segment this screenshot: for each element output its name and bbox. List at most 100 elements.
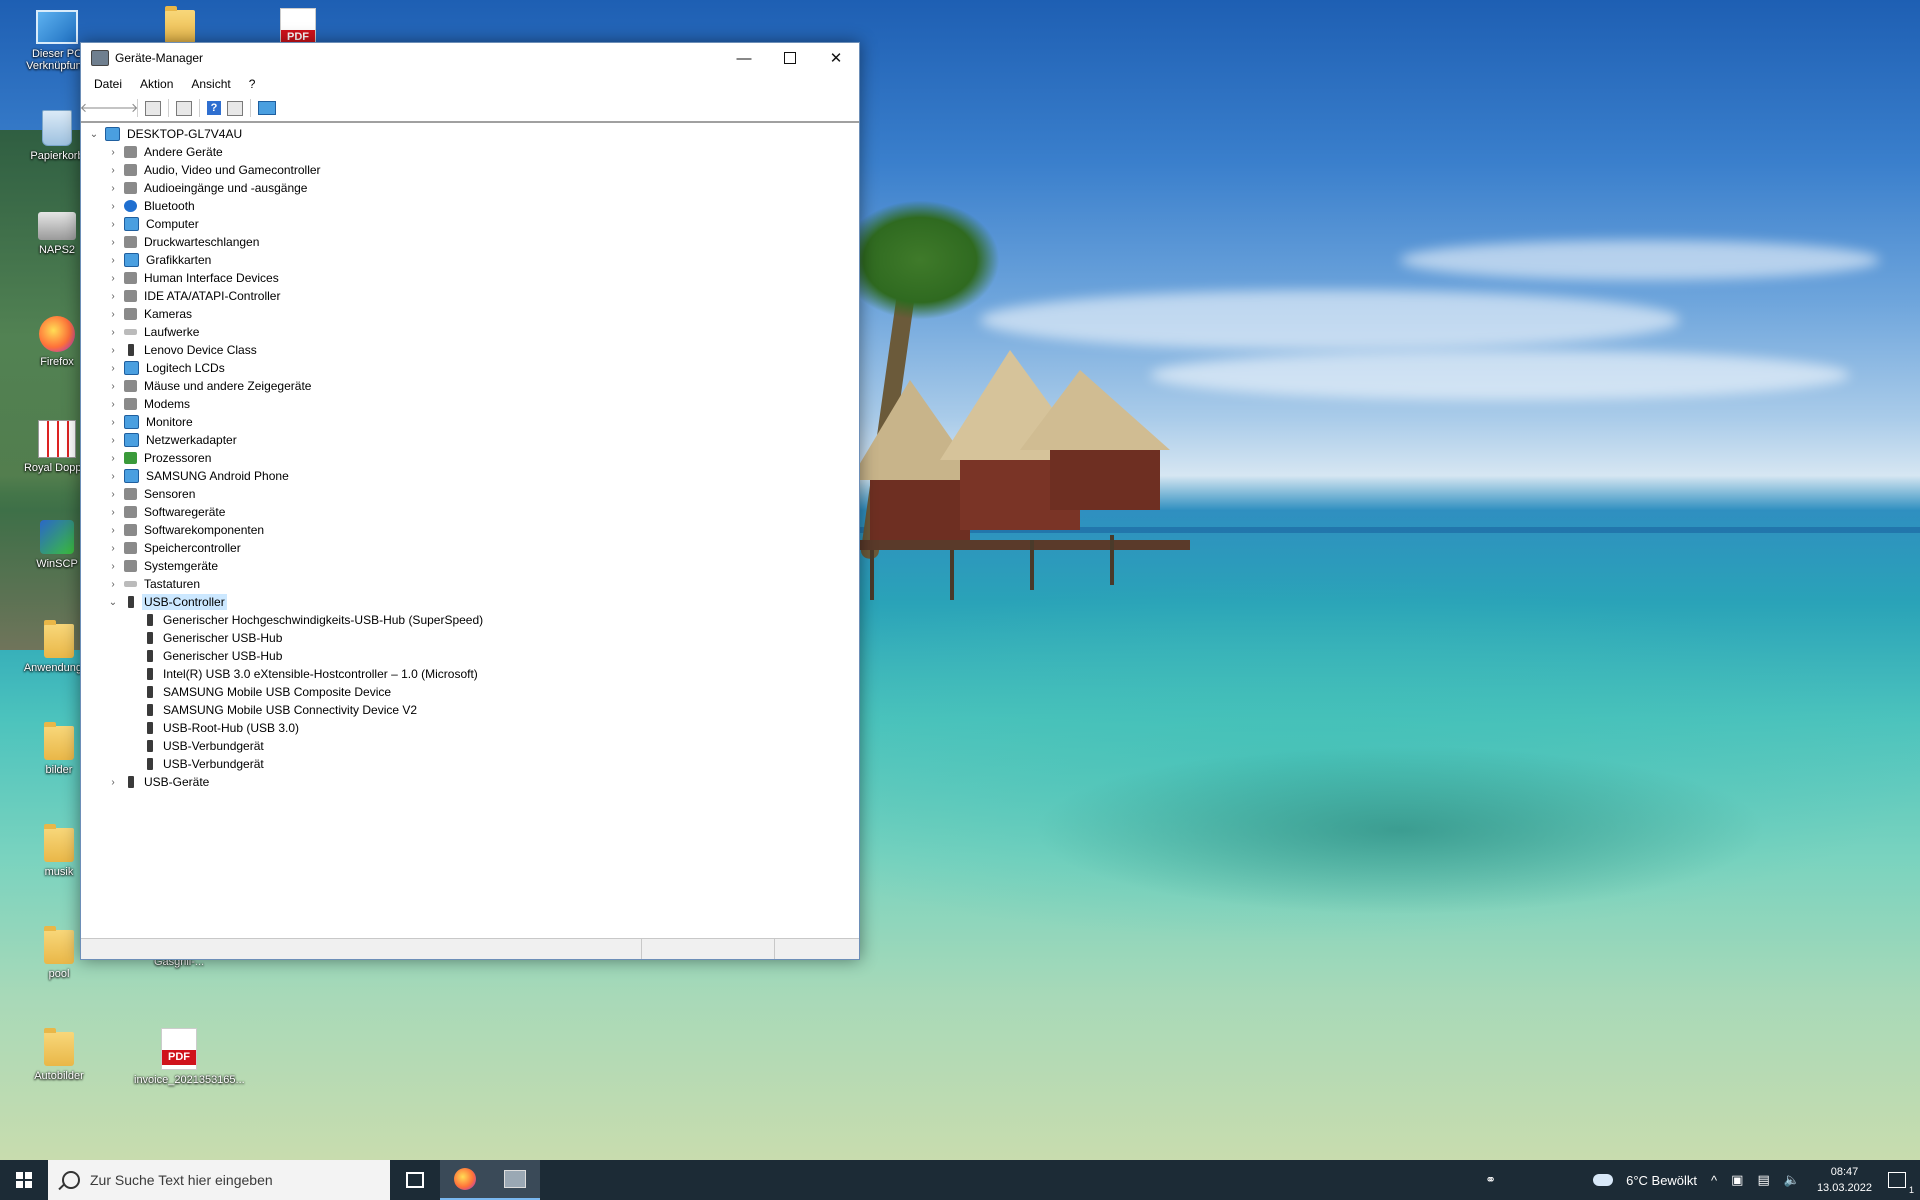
network-icon[interactable]: ▤ (1750, 1172, 1776, 1188)
taskbar-firefox[interactable] (440, 1160, 490, 1200)
tree-category[interactable]: › Lenovo Device Class (81, 341, 859, 359)
tree-device[interactable]: SAMSUNG Mobile USB Connectivity Device V… (81, 701, 859, 719)
tree-category[interactable]: › Druckwarteschlangen (81, 233, 859, 251)
tree-category[interactable]: › Human Interface Devices (81, 269, 859, 287)
expand-chevron-icon[interactable]: › (106, 363, 120, 374)
collapse-chevron-icon[interactable]: ⌄ (87, 129, 101, 140)
desktop-icon-invoice-pdf[interactable]: PDF invoice_2021353165... (134, 1028, 245, 1086)
expand-chevron-icon[interactable]: › (106, 381, 120, 392)
expand-chevron-icon[interactable]: › (106, 291, 120, 302)
expand-chevron-icon[interactable]: › (106, 507, 120, 518)
expand-chevron-icon[interactable]: › (106, 327, 120, 338)
tree-category[interactable]: › Softwarekomponenten (81, 521, 859, 539)
menu-datei[interactable]: Datei (85, 77, 131, 91)
tree-category[interactable]: › Computer (81, 215, 859, 233)
tree-device[interactable]: USB-Verbundgerät (81, 755, 859, 773)
tree-category[interactable]: › Sensoren (81, 485, 859, 503)
tree-category[interactable]: › Kameras (81, 305, 859, 323)
tree-category[interactable]: › Modems (81, 395, 859, 413)
title-bar[interactable]: Geräte-Manager — ✕ (81, 43, 859, 73)
taskbar-search[interactable]: Zur Suche Text hier eingeben (48, 1160, 390, 1200)
tree-category[interactable]: › Netzwerkadapter (81, 431, 859, 449)
scan-hardware-icon[interactable] (258, 101, 276, 115)
device-tree[interactable]: ⌄ DESKTOP-GL7V4AU › Andere Geräte › Audio, Vi… (81, 125, 859, 931)
show-hide-console-tree-icon[interactable] (145, 100, 161, 116)
people-icon[interactable]: ⚭ (1478, 1172, 1503, 1188)
expand-chevron-icon[interactable]: › (106, 399, 120, 410)
tree-category[interactable]: › Logitech LCDs (81, 359, 859, 377)
tree-category[interactable]: › Tastaturen (81, 575, 859, 593)
tree-device[interactable]: USB-Root-Hub (USB 3.0) (81, 719, 859, 737)
close-button[interactable]: ✕ (813, 43, 859, 73)
clock[interactable]: 08:47 13.03.2022 (1807, 1164, 1882, 1196)
tree-device[interactable]: Generischer USB-Hub (81, 629, 859, 647)
tree-category[interactable]: › Grafikkarten (81, 251, 859, 269)
expand-chevron-icon[interactable]: › (106, 561, 120, 572)
usb-plug-icon (147, 632, 153, 644)
notification-center-icon[interactable]: 1 (1888, 1172, 1914, 1195)
expand-chevron-icon[interactable]: › (106, 255, 120, 266)
tree-category[interactable]: › Speichercontroller (81, 539, 859, 557)
expand-chevron-icon[interactable]: › (106, 489, 120, 500)
expand-chevron-icon[interactable]: › (106, 183, 120, 194)
tree-node-label: Monitore (146, 415, 193, 429)
show-hidden-icons-chevron[interactable]: ^ (1704, 1173, 1724, 1188)
expand-chevron-icon[interactable]: › (106, 543, 120, 554)
desktop-icon-autobilder[interactable]: Autobilder (14, 1028, 104, 1082)
expand-chevron-icon[interactable]: › (106, 417, 120, 428)
expand-chevron-icon[interactable]: › (106, 165, 120, 176)
tree-category[interactable]: › Laufwerke (81, 323, 859, 341)
tree-category[interactable]: › Audioeingänge und -ausgänge (81, 179, 859, 197)
menu-ansicht[interactable]: Ansicht (182, 77, 239, 91)
tree-category[interactable]: › Softwaregeräte (81, 503, 859, 521)
forward-button[interactable]: 🡒 (104, 100, 139, 116)
expand-chevron-icon[interactable]: › (106, 219, 120, 230)
expand-chevron-icon[interactable]: › (106, 525, 120, 536)
tree-device[interactable]: Generischer USB-Hub (81, 647, 859, 665)
tree-category-usb-devices[interactable]: › USB-Geräte (81, 773, 859, 791)
expand-chevron-icon[interactable]: › (106, 273, 120, 284)
tree-node-label: Computer (146, 217, 199, 231)
tree-category[interactable]: › Mäuse und andere Zeigegeräte (81, 377, 859, 395)
expand-chevron-icon[interactable]: › (106, 237, 120, 248)
tree-root[interactable]: ⌄ DESKTOP-GL7V4AU (81, 125, 859, 143)
tree-category[interactable]: › Monitore (81, 413, 859, 431)
task-view-button[interactable] (390, 1160, 440, 1200)
tree-device[interactable]: Intel(R) USB 3.0 eXtensible-Hostcontroll… (81, 665, 859, 683)
weather-widget[interactable]: 6°C Bewölkt (1619, 1173, 1704, 1188)
action-pane-icon[interactable] (227, 100, 243, 116)
expand-chevron-icon[interactable]: › (106, 453, 120, 464)
tree-category[interactable]: › IDE ATA/ATAPI-Controller (81, 287, 859, 305)
meet-now-icon[interactable]: ▣ (1724, 1172, 1750, 1188)
volume-icon[interactable]: 🔈 (1777, 1172, 1807, 1188)
maximize-button[interactable] (767, 43, 813, 73)
tree-category-usb-controller[interactable]: ⌄ USB-Controller (81, 593, 859, 611)
tree-category[interactable]: › Prozessoren (81, 449, 859, 467)
minimize-button[interactable]: — (721, 43, 767, 73)
tree-category[interactable]: › Andere Geräte (81, 143, 859, 161)
expand-chevron-icon[interactable]: › (106, 345, 120, 356)
tree-category[interactable]: › Bluetooth (81, 197, 859, 215)
minimize-icon: — (736, 49, 752, 67)
expand-chevron-icon[interactable]: › (106, 147, 120, 158)
tree-category[interactable]: › Audio, Video und Gamecontroller (81, 161, 859, 179)
menu-help[interactable]: ? (240, 77, 265, 91)
expand-chevron-icon[interactable]: › (106, 435, 120, 446)
tree-device[interactable]: USB-Verbundgerät (81, 737, 859, 755)
menu-aktion[interactable]: Aktion (131, 77, 182, 91)
taskbar-device-manager[interactable] (490, 1160, 540, 1200)
expand-chevron-icon[interactable]: › (106, 579, 120, 590)
expand-chevron-icon[interactable]: › (106, 201, 120, 212)
tree-category[interactable]: › SAMSUNG Android Phone (81, 467, 859, 485)
collapse-chevron-icon[interactable]: ⌄ (106, 597, 120, 608)
help-icon[interactable]: ? (207, 101, 221, 115)
tree-category[interactable]: › Systemgeräte (81, 557, 859, 575)
properties-icon[interactable] (176, 100, 192, 116)
start-button[interactable] (0, 1160, 48, 1200)
expand-chevron-icon[interactable]: › (106, 309, 120, 320)
tree-device[interactable]: Generischer Hochgeschwindigkeits-USB-Hub… (81, 611, 859, 629)
tree-device[interactable]: SAMSUNG Mobile USB Composite Device (81, 683, 859, 701)
expand-chevron-icon[interactable]: › (106, 777, 120, 788)
expand-chevron-icon[interactable]: › (106, 471, 120, 482)
device-manager-icon (91, 50, 109, 66)
